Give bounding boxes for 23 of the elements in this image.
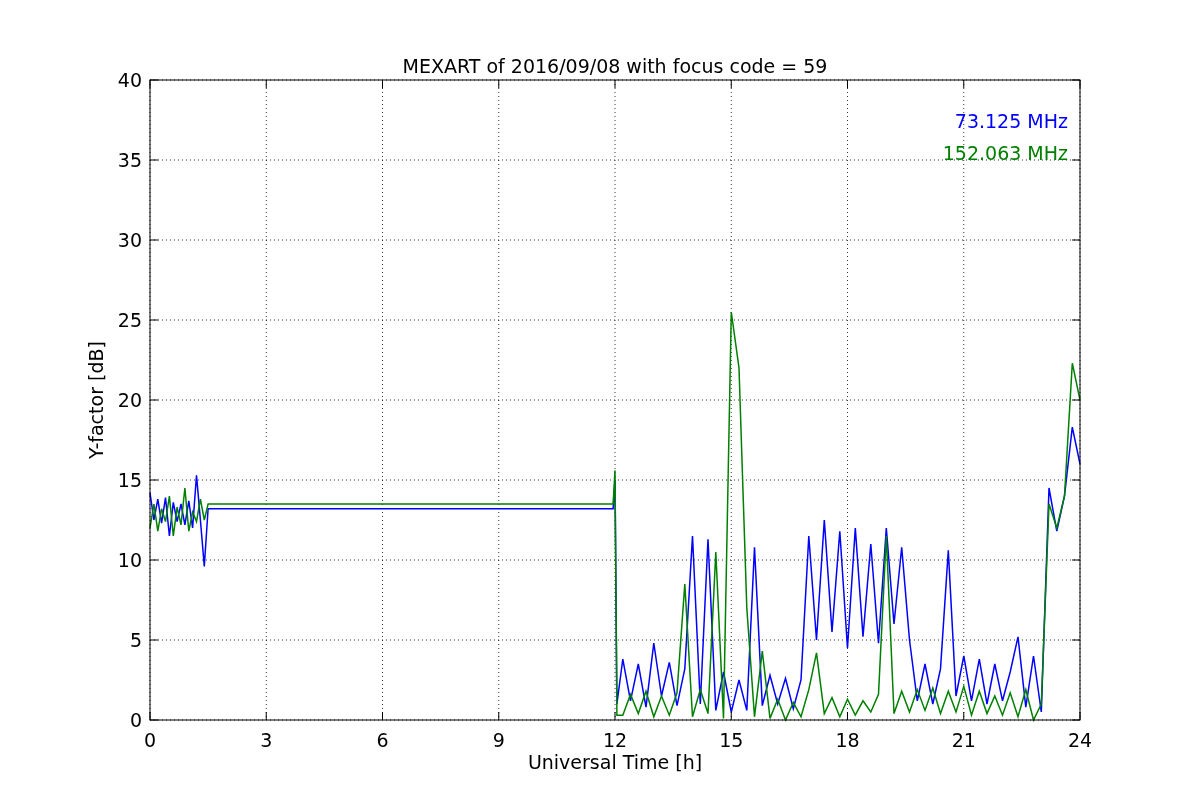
x-axis-label: Universal Time [h] — [527, 751, 703, 773]
tick-label: 0 — [143, 729, 157, 751]
tick-label: 25 — [117, 309, 142, 331]
tick-label: 15 — [719, 729, 744, 751]
tick-label: 20 — [117, 389, 142, 411]
tick-label: 9 — [492, 729, 505, 751]
tick-label: 6 — [376, 729, 389, 751]
tick-label: 24 — [1067, 729, 1093, 751]
tick-label: 18 — [835, 729, 860, 751]
tick-label: 35 — [117, 149, 142, 171]
tick-label: 10 — [117, 549, 142, 571]
tick-label: 5 — [129, 629, 142, 651]
tick-label: 40 — [117, 69, 142, 91]
y-axis-label: Y-factor [dB] — [85, 341, 107, 459]
tick-label: 3 — [260, 729, 273, 751]
chart-title: MEXART of 2016/09/08 with focus code = 59 — [402, 55, 828, 77]
tick-label: 12 — [602, 729, 628, 751]
legend-label: 152.063 MHz — [942, 142, 1068, 164]
tick-label: 0 — [129, 709, 142, 731]
legend-label: 73.125 MHz — [954, 110, 1068, 132]
tick-label: 15 — [117, 469, 142, 491]
tick-label: 21 — [951, 729, 976, 751]
tick-label: 30 — [117, 229, 142, 251]
